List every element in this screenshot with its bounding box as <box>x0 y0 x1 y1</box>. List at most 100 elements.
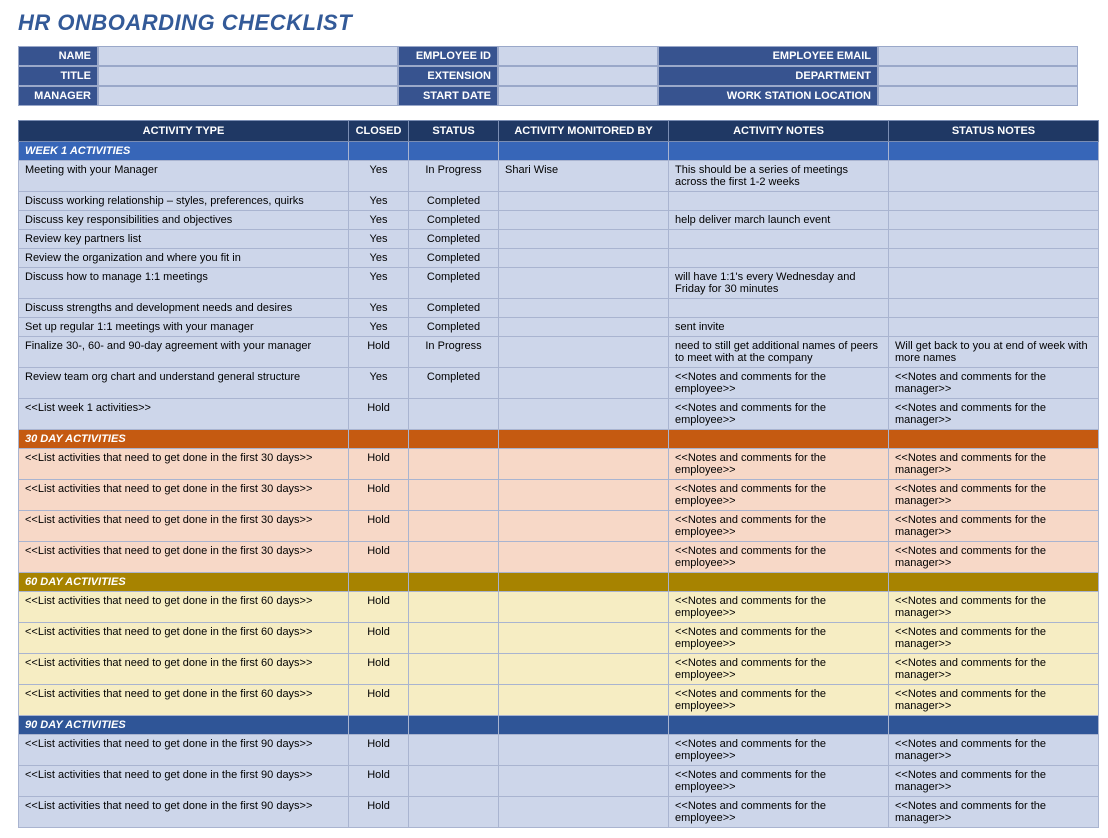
closed-cell[interactable]: Hold <box>349 449 409 480</box>
status-cell[interactable] <box>409 542 499 573</box>
status-cell[interactable] <box>409 735 499 766</box>
status-notes-cell[interactable]: <<Notes and comments for the manager>> <box>889 654 1099 685</box>
status-cell[interactable] <box>409 685 499 716</box>
monitor-cell[interactable] <box>499 797 669 828</box>
status-cell[interactable] <box>409 511 499 542</box>
monitor-cell[interactable] <box>499 230 669 249</box>
activity-cell[interactable]: Set up regular 1:1 meetings with your ma… <box>19 318 349 337</box>
activity-cell[interactable]: <<List activities that need to get done … <box>19 797 349 828</box>
status-notes-cell[interactable] <box>889 299 1099 318</box>
activity-cell[interactable]: Meeting with your Manager <box>19 161 349 192</box>
activity-cell[interactable]: <<List activities that need to get done … <box>19 654 349 685</box>
closed-cell[interactable]: Hold <box>349 654 409 685</box>
monitor-cell[interactable] <box>499 623 669 654</box>
status-cell[interactable]: In Progress <box>409 161 499 192</box>
status-cell[interactable] <box>409 449 499 480</box>
status-cell[interactable]: Completed <box>409 318 499 337</box>
status-cell[interactable] <box>409 592 499 623</box>
activity-notes-cell[interactable]: <<Notes and comments for the employee>> <box>669 368 889 399</box>
activity-notes-cell[interactable]: <<Notes and comments for the employee>> <box>669 685 889 716</box>
activity-notes-cell[interactable]: need to still get additional names of pe… <box>669 337 889 368</box>
closed-cell[interactable]: Hold <box>349 399 409 430</box>
closed-cell[interactable]: Hold <box>349 797 409 828</box>
status-notes-cell[interactable]: <<Notes and comments for the manager>> <box>889 368 1099 399</box>
status-notes-cell[interactable]: <<Notes and comments for the manager>> <box>889 542 1099 573</box>
activity-cell[interactable]: Discuss strengths and development needs … <box>19 299 349 318</box>
closed-cell[interactable]: Hold <box>349 337 409 368</box>
activity-cell[interactable]: Review team org chart and understand gen… <box>19 368 349 399</box>
monitor-cell[interactable] <box>499 592 669 623</box>
status-notes-cell[interactable]: <<Notes and comments for the manager>> <box>889 399 1099 430</box>
monitor-cell[interactable] <box>499 399 669 430</box>
status-cell[interactable] <box>409 399 499 430</box>
closed-cell[interactable]: Hold <box>349 685 409 716</box>
title-field[interactable] <box>98 66 398 86</box>
monitor-cell[interactable] <box>499 318 669 337</box>
status-cell[interactable]: In Progress <box>409 337 499 368</box>
closed-cell[interactable]: Yes <box>349 318 409 337</box>
status-cell[interactable] <box>409 480 499 511</box>
closed-cell[interactable]: Yes <box>349 192 409 211</box>
activity-notes-cell[interactable] <box>669 249 889 268</box>
activity-notes-cell[interactable]: <<Notes and comments for the employee>> <box>669 542 889 573</box>
closed-cell[interactable]: Yes <box>349 161 409 192</box>
manager-field[interactable] <box>98 86 398 106</box>
activity-notes-cell[interactable] <box>669 230 889 249</box>
status-cell[interactable]: Completed <box>409 192 499 211</box>
monitor-cell[interactable] <box>499 542 669 573</box>
monitor-cell[interactable] <box>499 211 669 230</box>
monitor-cell[interactable] <box>499 249 669 268</box>
status-cell[interactable] <box>409 654 499 685</box>
monitor-cell[interactable] <box>499 299 669 318</box>
activity-notes-cell[interactable]: <<Notes and comments for the employee>> <box>669 449 889 480</box>
status-notes-cell[interactable] <box>889 249 1099 268</box>
monitor-cell[interactable] <box>499 766 669 797</box>
status-notes-cell[interactable]: <<Notes and comments for the manager>> <box>889 766 1099 797</box>
status-notes-cell[interactable]: <<Notes and comments for the manager>> <box>889 480 1099 511</box>
employee-id-field[interactable] <box>498 46 658 66</box>
activity-notes-cell[interactable]: <<Notes and comments for the employee>> <box>669 797 889 828</box>
status-notes-cell[interactable]: Will get back to you at end of week with… <box>889 337 1099 368</box>
activity-notes-cell[interactable]: <<Notes and comments for the employee>> <box>669 511 889 542</box>
activity-notes-cell[interactable] <box>669 192 889 211</box>
activity-cell[interactable]: <<List activities that need to get done … <box>19 592 349 623</box>
work-station-field[interactable] <box>878 86 1078 106</box>
activity-cell[interactable]: <<List week 1 activities>> <box>19 399 349 430</box>
activity-cell[interactable]: Review key partners list <box>19 230 349 249</box>
activity-cell[interactable]: <<List activities that need to get done … <box>19 511 349 542</box>
status-notes-cell[interactable]: <<Notes and comments for the manager>> <box>889 592 1099 623</box>
activity-cell[interactable]: <<List activities that need to get done … <box>19 685 349 716</box>
activity-cell[interactable]: <<List activities that need to get done … <box>19 766 349 797</box>
activity-cell[interactable]: <<List activities that need to get done … <box>19 623 349 654</box>
activity-notes-cell[interactable]: <<Notes and comments for the employee>> <box>669 399 889 430</box>
status-cell[interactable]: Completed <box>409 211 499 230</box>
name-field[interactable] <box>98 46 398 66</box>
status-notes-cell[interactable]: <<Notes and comments for the manager>> <box>889 449 1099 480</box>
status-cell[interactable] <box>409 797 499 828</box>
activity-notes-cell[interactable]: <<Notes and comments for the employee>> <box>669 623 889 654</box>
start-date-field[interactable] <box>498 86 658 106</box>
status-cell[interactable]: Completed <box>409 249 499 268</box>
closed-cell[interactable]: Yes <box>349 249 409 268</box>
closed-cell[interactable]: Hold <box>349 542 409 573</box>
activity-cell[interactable]: <<List activities that need to get done … <box>19 449 349 480</box>
closed-cell[interactable]: Yes <box>349 299 409 318</box>
extension-field[interactable] <box>498 66 658 86</box>
monitor-cell[interactable] <box>499 654 669 685</box>
closed-cell[interactable]: Hold <box>349 735 409 766</box>
status-notes-cell[interactable] <box>889 268 1099 299</box>
activity-cell[interactable]: <<List activities that need to get done … <box>19 480 349 511</box>
closed-cell[interactable]: Hold <box>349 511 409 542</box>
activity-notes-cell[interactable]: <<Notes and comments for the employee>> <box>669 654 889 685</box>
monitor-cell[interactable] <box>499 511 669 542</box>
activity-cell[interactable]: Discuss key responsibilities and objecti… <box>19 211 349 230</box>
status-notes-cell[interactable] <box>889 192 1099 211</box>
closed-cell[interactable]: Hold <box>349 480 409 511</box>
status-cell[interactable]: Completed <box>409 230 499 249</box>
closed-cell[interactable]: Yes <box>349 211 409 230</box>
activity-cell[interactable]: Review the organization and where you fi… <box>19 249 349 268</box>
department-field[interactable] <box>878 66 1078 86</box>
activity-notes-cell[interactable]: This should be a series of meetings acro… <box>669 161 889 192</box>
closed-cell[interactable]: Yes <box>349 368 409 399</box>
status-notes-cell[interactable]: <<Notes and comments for the manager>> <box>889 735 1099 766</box>
